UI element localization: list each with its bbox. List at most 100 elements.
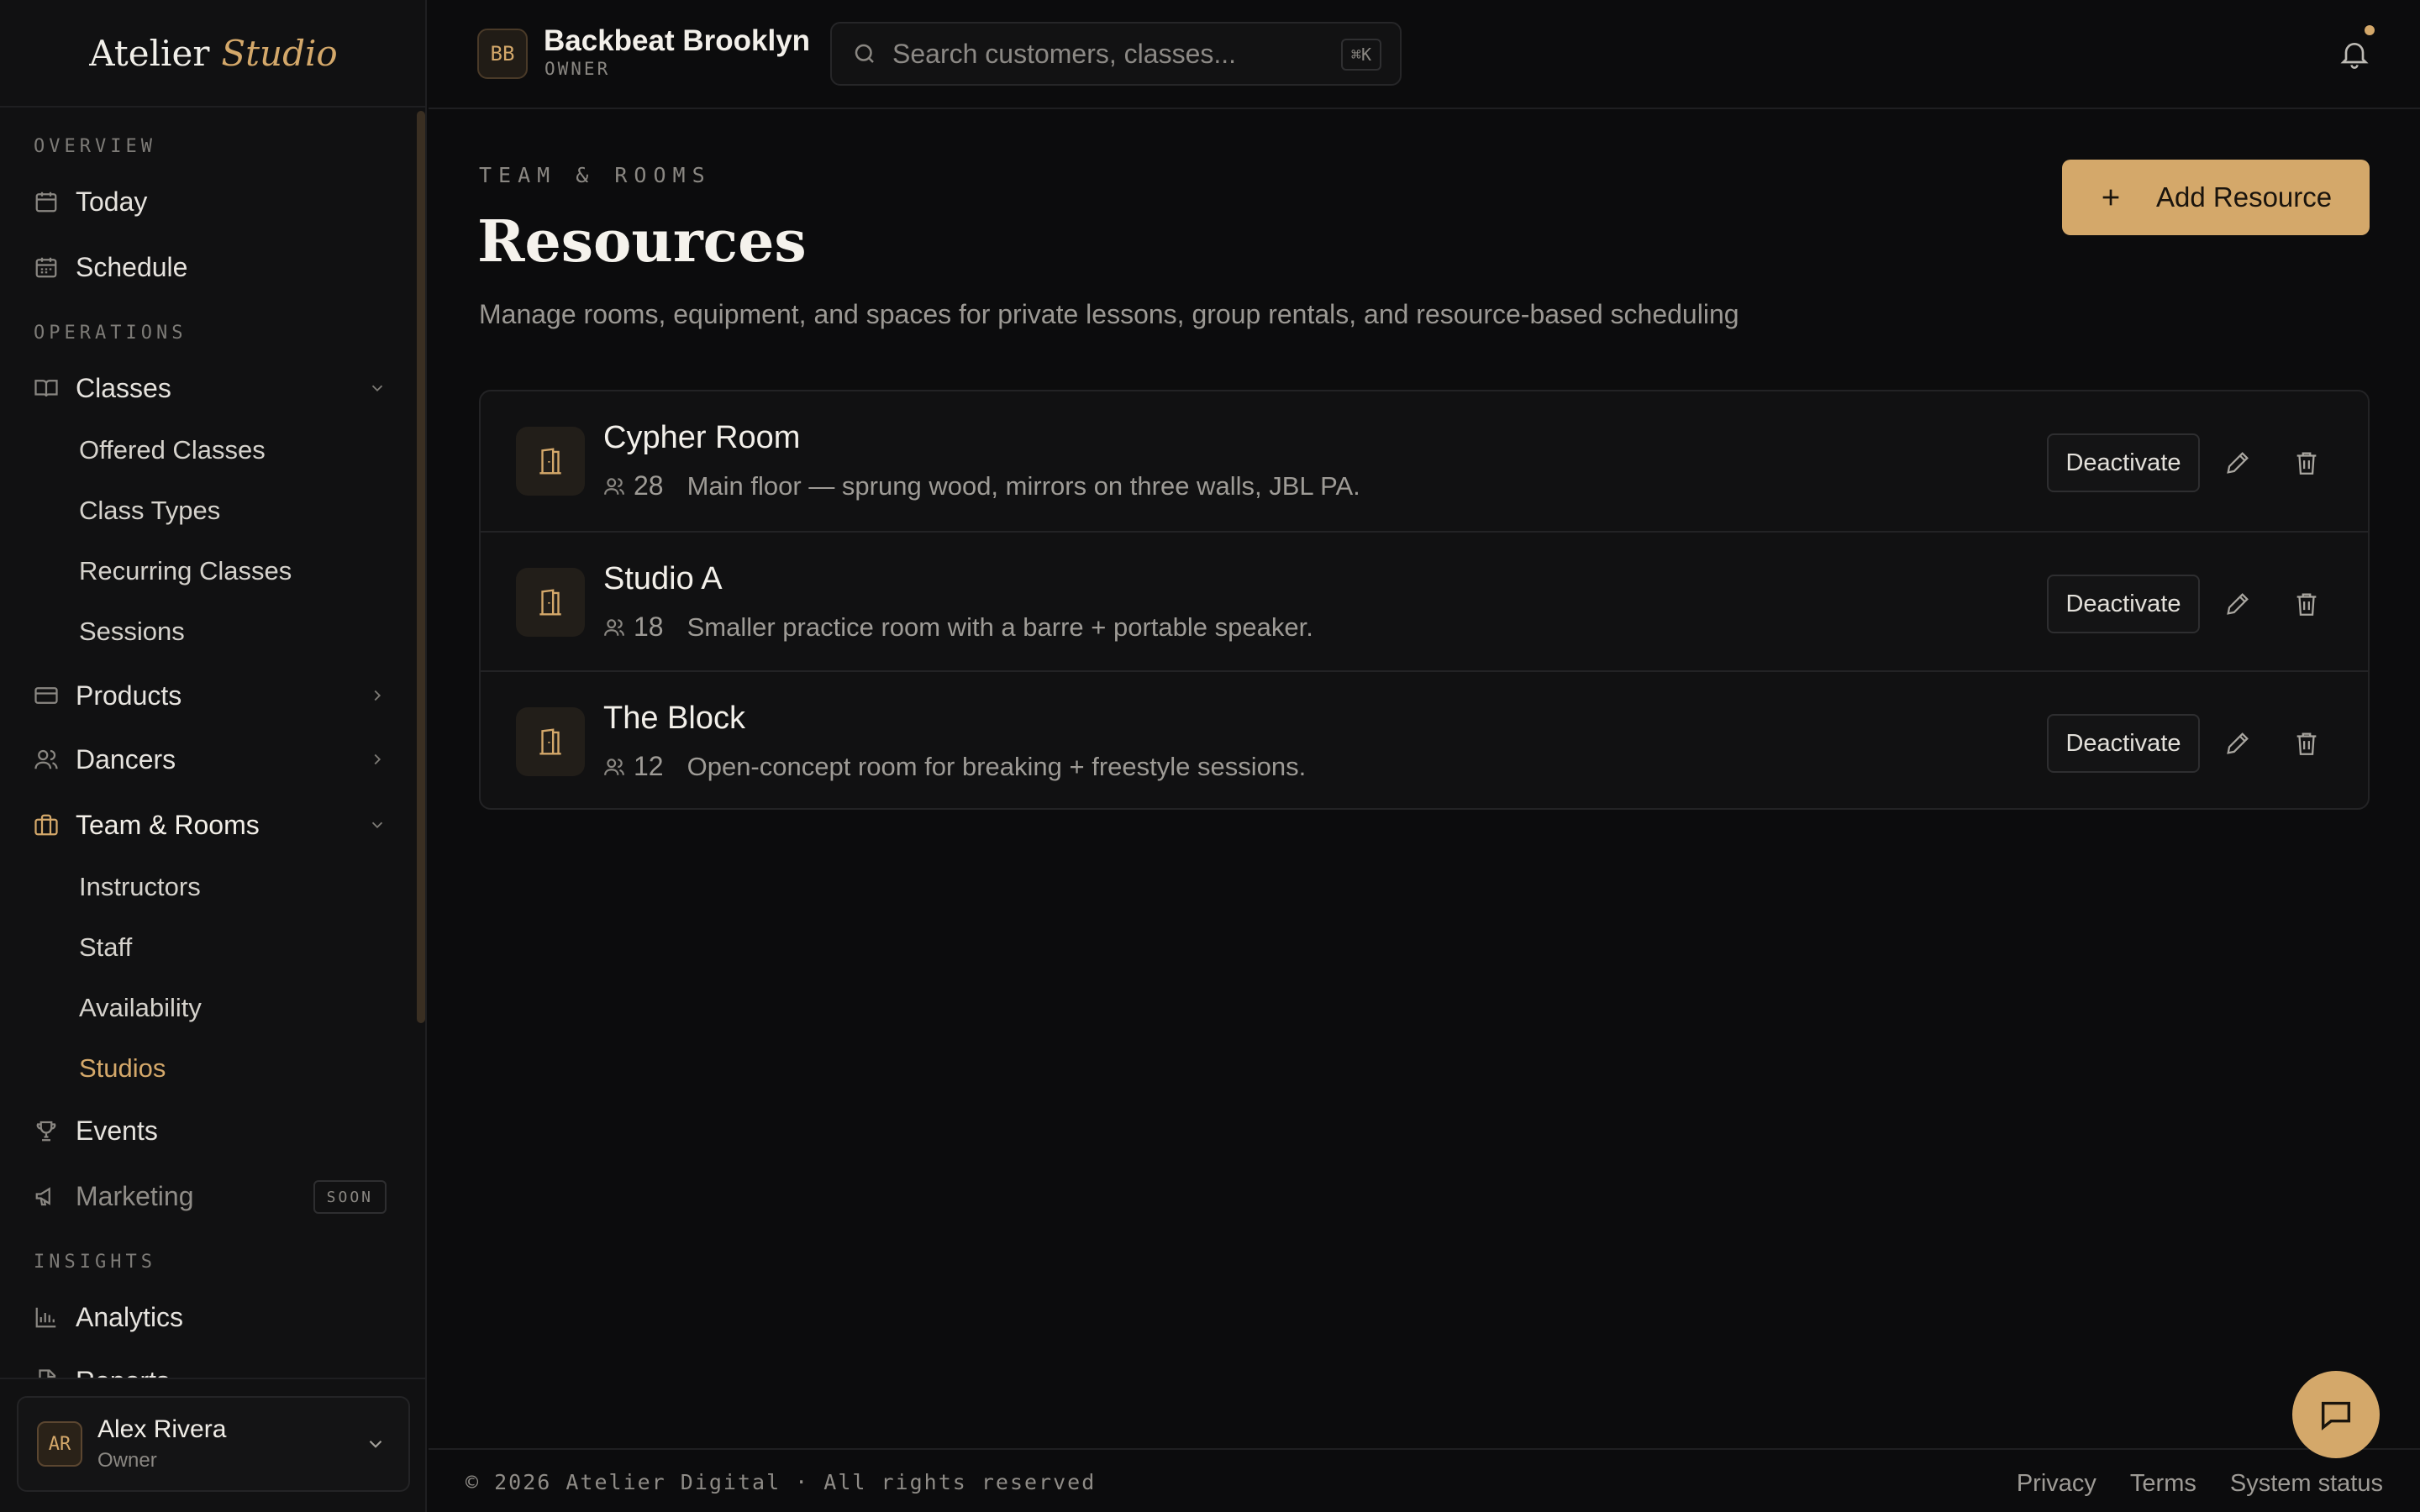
- search-bar[interactable]: ⌘K: [830, 22, 1402, 86]
- pencil-icon[interactable]: [2223, 590, 2252, 618]
- footer-link-terms[interactable]: Terms: [2130, 1470, 2196, 1498]
- list-item: The Block 12 Open-concept room for break…: [481, 670, 2368, 808]
- sidebar-item-label: Classes: [76, 372, 171, 403]
- sidebar-item-label: Schedule: [76, 251, 188, 282]
- footer-link-system-status[interactable]: System status: [2230, 1470, 2383, 1498]
- door-icon: [516, 568, 585, 637]
- resource-list: Cypher Room 28 Main floor — sprung wood,…: [479, 390, 2370, 810]
- logo-accent: Studio: [221, 32, 338, 74]
- user-name: Alex Rivera: [97, 1415, 227, 1443]
- resource-meta: 12 Open-concept room for breaking + free…: [603, 751, 1306, 782]
- sidebar-item-marketing[interactable]: Marketing SOON: [34, 1173, 387, 1220]
- top-bar: BB Backbeat Brooklyn OWNER ⌘K: [429, 0, 2420, 109]
- megaphone-icon: [34, 1184, 59, 1209]
- sidebar-subitem-sessions[interactable]: Sessions: [79, 617, 185, 647]
- business-avatar[interactable]: BB: [477, 29, 528, 79]
- resource-description: Open-concept room for breaking + freesty…: [687, 751, 1307, 781]
- sidebar-item-analytics[interactable]: Analytics: [34, 1294, 387, 1341]
- soon-badge: SOON: [313, 1180, 387, 1214]
- business-name[interactable]: Backbeat Brooklyn: [544, 24, 810, 58]
- app-logo[interactable]: Atelier Studio: [0, 0, 427, 108]
- pencil-icon[interactable]: [2223, 729, 2252, 758]
- sidebar-item-classes[interactable]: Classes: [34, 365, 387, 412]
- chat-button[interactable]: [2292, 1371, 2380, 1458]
- footer-links: Privacy Terms System status: [2017, 1470, 2383, 1498]
- resource-name: The Block: [603, 701, 745, 736]
- calendar-grid-icon: [34, 255, 59, 280]
- shortcut-hint: ⌘K: [1340, 39, 1381, 71]
- trash-icon[interactable]: [2292, 449, 2321, 477]
- search-icon: [852, 41, 877, 66]
- footer-link-privacy[interactable]: Privacy: [2017, 1470, 2096, 1498]
- sidebar: Atelier Studio OVERVIEW Today Schedule O…: [0, 0, 427, 1512]
- plus-icon: [2097, 184, 2124, 211]
- deactivate-button[interactable]: Deactivate: [2047, 575, 2200, 633]
- resource-capacity: 18: [634, 612, 664, 642]
- sidebar-item-label: Reports: [76, 1366, 170, 1378]
- sidebar-item-team-rooms[interactable]: Team & Rooms: [34, 801, 387, 848]
- add-resource-label: Add Resource: [2156, 181, 2333, 213]
- chevron-down-icon: [365, 1433, 387, 1455]
- trophy-icon: [34, 1118, 59, 1143]
- sidebar-item-reports[interactable]: Reports: [34, 1357, 387, 1378]
- sidebar-subitem-instructors[interactable]: Instructors: [79, 872, 201, 902]
- sidebar-item-label: Dancers: [76, 743, 176, 774]
- chat-icon: [2317, 1395, 2355, 1434]
- bar-chart-icon: [34, 1305, 59, 1330]
- sidebar-scrollbar[interactable]: [417, 111, 425, 1023]
- avatar: AR: [37, 1421, 82, 1467]
- sidebar-item-today[interactable]: Today: [34, 178, 387, 225]
- trash-icon[interactable]: [2292, 590, 2321, 618]
- page-title: Resources: [477, 208, 807, 276]
- sidebar-nav: OVERVIEW Today Schedule OPERATIONS Class…: [0, 109, 420, 1378]
- business-role: OWNER: [544, 59, 611, 79]
- sidebar-item-dancers[interactable]: Dancers: [34, 736, 387, 783]
- sidebar-item-schedule[interactable]: Schedule: [34, 244, 387, 291]
- sidebar-divider: [0, 1378, 427, 1379]
- add-resource-button[interactable]: Add Resource: [2062, 160, 2370, 235]
- resource-capacity: 12: [634, 751, 664, 781]
- sidebar-subitem-class-types[interactable]: Class Types: [79, 496, 220, 526]
- user-menu[interactable]: AR Alex Rivera Owner: [17, 1396, 410, 1492]
- file-icon: [34, 1368, 59, 1378]
- users-icon: [34, 747, 59, 772]
- resource-description: Main floor — sprung wood, mirrors on thr…: [687, 470, 1360, 501]
- deactivate-button[interactable]: Deactivate: [2047, 433, 2200, 492]
- users-icon: [603, 756, 625, 778]
- list-item: Cypher Room 28 Main floor — sprung wood,…: [481, 391, 2368, 531]
- resource-meta: 18 Smaller practice room with a barre + …: [603, 612, 1313, 643]
- sidebar-item-products[interactable]: Products: [34, 672, 387, 719]
- page-description: Manage rooms, equipment, and spaces for …: [479, 299, 1739, 329]
- door-icon: [516, 707, 585, 776]
- sidebar-item-label: Analytics: [76, 1301, 184, 1332]
- trash-icon[interactable]: [2292, 729, 2321, 758]
- deactivate-button[interactable]: Deactivate: [2047, 714, 2200, 773]
- sidebar-subitem-availability[interactable]: Availability: [79, 993, 202, 1023]
- search-input[interactable]: [892, 38, 1329, 70]
- footer: © 2026 Atelier Digital · All rights rese…: [429, 1448, 2420, 1512]
- resource-name: Cypher Room: [603, 420, 801, 455]
- chevron-right-icon: [368, 686, 387, 705]
- resource-capacity: 28: [634, 470, 664, 501]
- book-icon: [34, 375, 59, 401]
- chevron-down-icon: [368, 379, 387, 397]
- list-item: Studio A 18 Smaller practice room with a…: [481, 531, 2368, 670]
- pencil-icon[interactable]: [2223, 449, 2252, 477]
- chevron-down-icon: [368, 816, 387, 834]
- sidebar-item-events[interactable]: Events: [34, 1107, 387, 1154]
- sidebar-subitem-offered-classes[interactable]: Offered Classes: [79, 435, 266, 465]
- breadcrumb: TEAM & ROOMS: [479, 163, 712, 187]
- sidebar-subitem-recurring-classes[interactable]: Recurring Classes: [79, 556, 292, 586]
- sidebar-subitem-staff[interactable]: Staff: [79, 932, 132, 963]
- bell-icon[interactable]: [2338, 37, 2371, 71]
- copyright: © 2026 Atelier Digital · All rights rese…: [466, 1470, 1097, 1494]
- user-role: Owner: [97, 1449, 157, 1472]
- logo-main: Atelier: [89, 32, 210, 74]
- resource-description: Smaller practice room with a barre + por…: [687, 612, 1313, 642]
- sidebar-item-label: Team & Rooms: [76, 809, 260, 840]
- sidebar-item-label: Today: [76, 186, 148, 217]
- resource-meta: 28 Main floor — sprung wood, mirrors on …: [603, 470, 1360, 501]
- sidebar-subitem-studios[interactable]: Studios: [79, 1053, 166, 1084]
- calendar-icon: [34, 189, 59, 214]
- sidebar-item-label: Marketing: [76, 1180, 194, 1211]
